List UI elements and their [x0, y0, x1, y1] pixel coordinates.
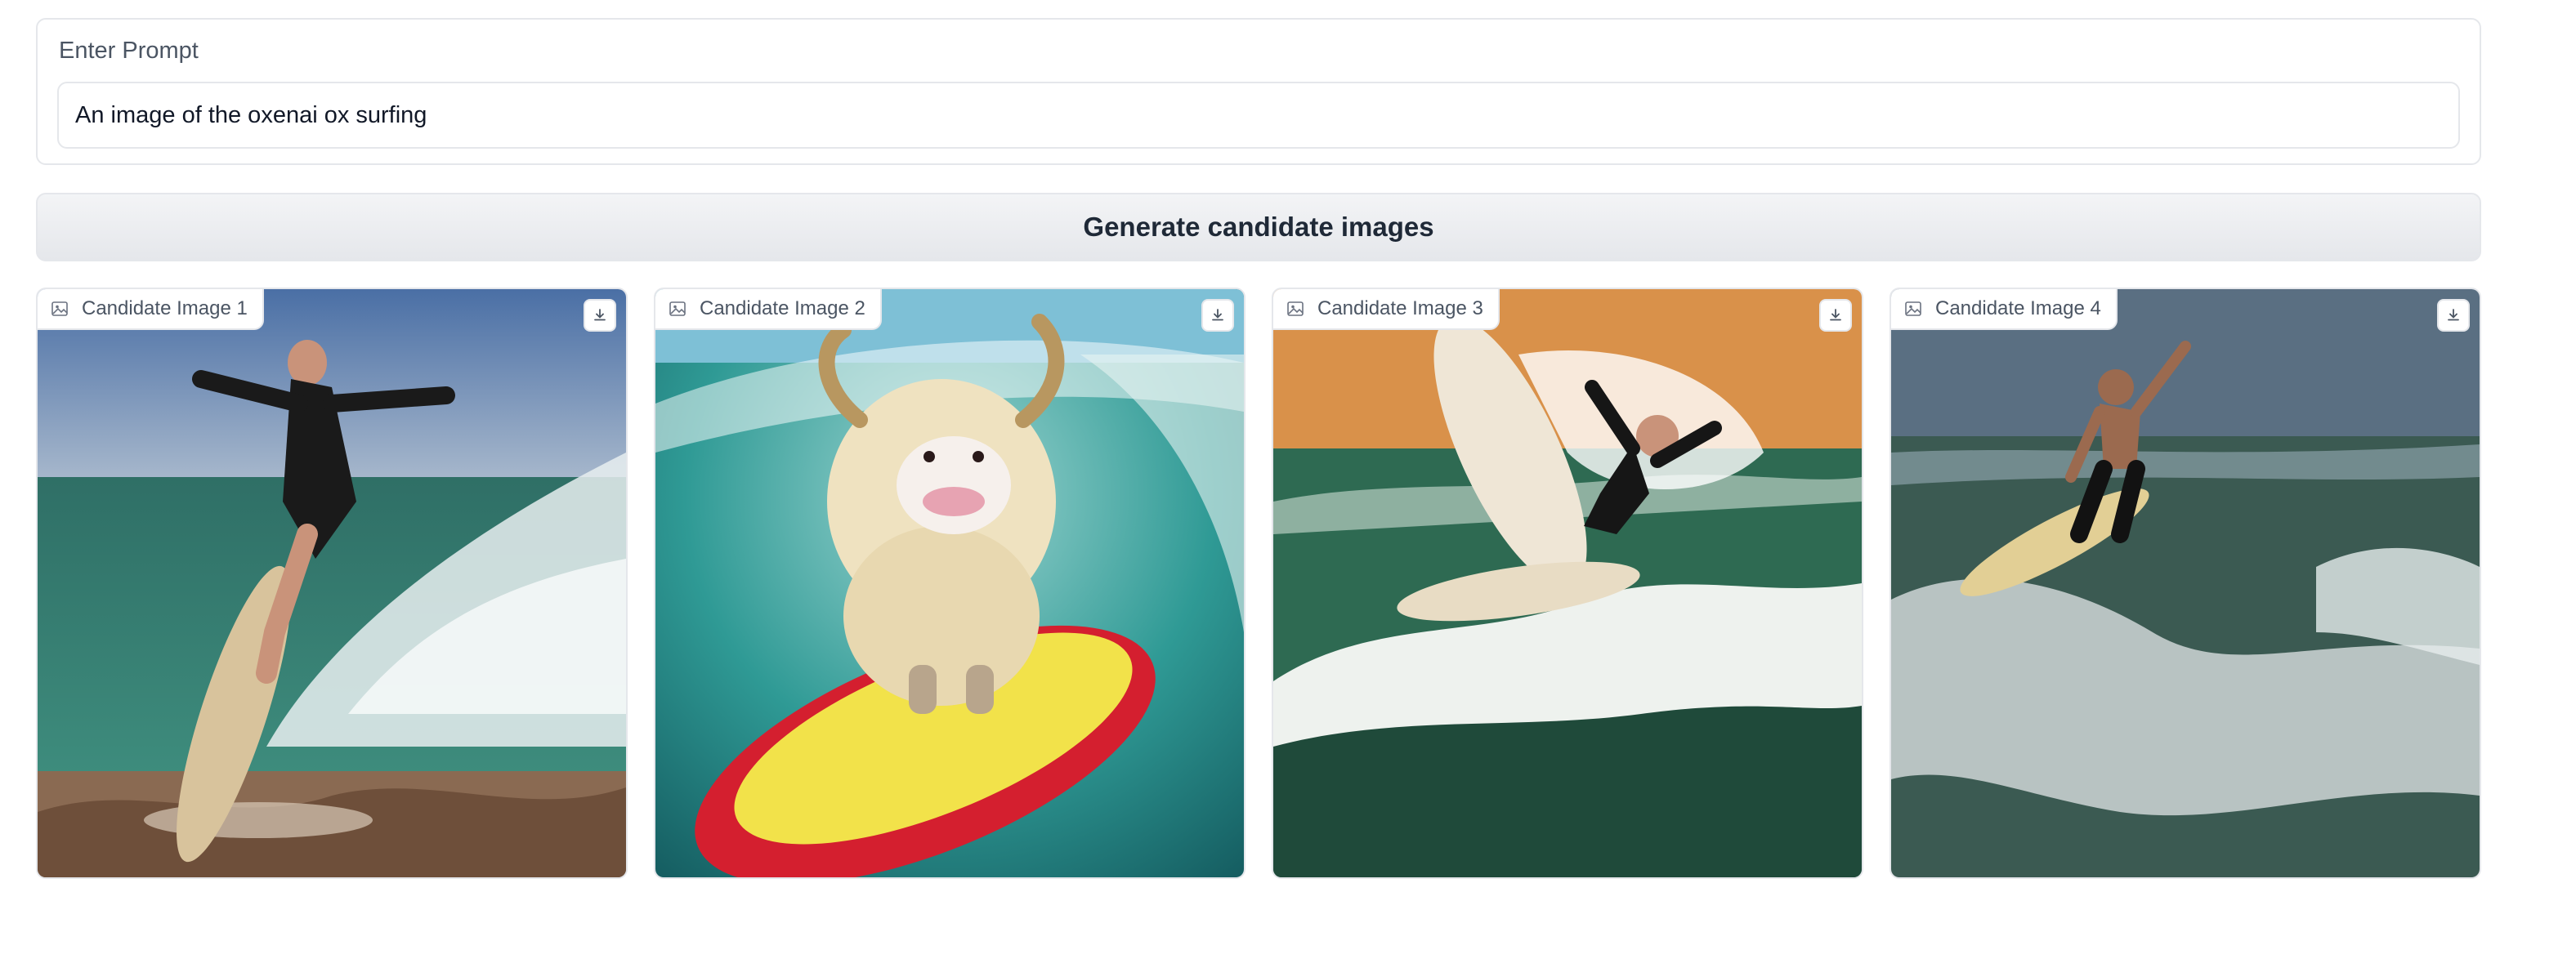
download-icon	[1212, 309, 1223, 321]
download-button-1[interactable]	[584, 299, 616, 332]
image-icon	[51, 301, 68, 316]
candidate-image-card-1[interactable]: Candidate Image 1	[36, 288, 628, 879]
candidate-image-label-3: Candidate Image 3	[1273, 289, 1500, 330]
image-icon	[669, 301, 686, 316]
candidate-image-label-4: Candidate Image 4	[1891, 289, 2118, 330]
candidate-image-card-4[interactable]: Candidate Image 4	[1890, 288, 2481, 879]
download-button-3[interactable]	[1819, 299, 1852, 332]
candidate-image-title-2: Candidate Image 2	[700, 297, 865, 319]
download-icon	[1830, 309, 1841, 321]
candidate-image-title-1: Candidate Image 1	[82, 297, 248, 319]
candidate-image-title-3: Candidate Image 3	[1317, 297, 1483, 319]
candidate-image-2[interactable]	[655, 289, 1244, 877]
prompt-panel: Enter Prompt	[36, 18, 2481, 165]
candidate-image-1[interactable]	[38, 289, 626, 877]
image-icon	[1905, 301, 1921, 316]
download-button-4[interactable]	[2437, 299, 2470, 332]
candidate-image-3[interactable]	[1273, 289, 1862, 877]
candidate-image-title-4: Candidate Image 4	[1935, 297, 2101, 319]
prompt-input[interactable]	[57, 82, 2460, 149]
download-button-2[interactable]	[1201, 299, 1234, 332]
candidate-image-label-2: Candidate Image 2	[655, 289, 882, 330]
prompt-label: Enter Prompt	[59, 38, 199, 64]
candidate-image-4[interactable]	[1891, 289, 2480, 877]
download-icon	[594, 309, 606, 321]
generate-button[interactable]: Generate candidate images	[36, 193, 2481, 261]
download-icon	[2448, 309, 2459, 321]
candidate-image-label-1: Candidate Image 1	[38, 289, 264, 330]
candidate-image-card-2[interactable]: Candidate Image 2	[654, 288, 1246, 879]
candidate-image-card-3[interactable]: Candidate Image 3	[1272, 288, 1863, 879]
image-icon	[1287, 301, 1304, 316]
